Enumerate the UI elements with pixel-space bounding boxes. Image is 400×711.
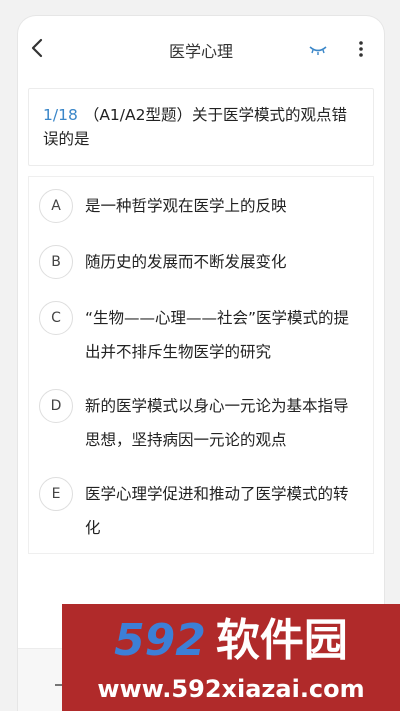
option-e[interactable]: E 医学心理学促进和推动了医学模式的转化 — [29, 477, 373, 549]
option-letter-badge: A — [39, 189, 73, 223]
option-text: 新的医学模式以身心一元论为基本指导思想，坚持病因一元论的观点 — [85, 397, 349, 449]
option-letter-badge: E — [39, 477, 73, 511]
watermark-number: 592 — [114, 615, 206, 666]
more-options-icon[interactable] — [352, 38, 370, 60]
watermark-logo: 592 软件园 www.592xiazai.com — [62, 604, 400, 711]
option-a[interactable]: A 是一种哲学观在医学上的反映 — [29, 189, 373, 229]
option-d[interactable]: D 新的医学模式以身心一元论为基本指导思想，坚持病因一元论的观点 — [29, 389, 373, 461]
question-card: 1/18 （A1/A2型题）关于医学模式的观点错误的是 — [28, 88, 374, 166]
option-letter-badge: C — [39, 301, 73, 335]
eye-closed-icon[interactable] — [308, 42, 328, 56]
watermark-name: 软件园 — [215, 615, 348, 666]
option-letter-badge: D — [39, 389, 73, 423]
watermark-url: www.592xiazai.com — [97, 675, 365, 703]
option-text: 医学心理学促进和推动了医学模式的转化 — [85, 485, 349, 537]
option-text: “生物——心理——社会”医学模式的提出并不排斥生物医学的研究 — [85, 309, 350, 361]
options-list: A 是一种哲学观在医学上的反映 B 随历史的发展而不断发展变化 C “生物——心… — [28, 176, 374, 554]
page-title: 医学心理 — [168, 42, 233, 61]
option-text: 随历史的发展而不断发展变化 — [85, 253, 287, 271]
watermark-title: 592 软件园 — [62, 616, 400, 666]
option-letter-badge: B — [39, 245, 73, 279]
question-text-line: 1/18 （A1/A2型题）关于医学模式的观点错误的是 — [43, 103, 359, 151]
question-text: （A1/A2型题）关于医学模式的观点错误的是 — [43, 106, 347, 148]
option-b[interactable]: B 随历史的发展而不断发展变化 — [29, 245, 373, 285]
question-number: 1/18 — [43, 106, 78, 124]
option-c[interactable]: C “生物——心理——社会”医学模式的提出并不排斥生物医学的研究 — [29, 301, 373, 373]
option-text: 是一种哲学观在医学上的反映 — [85, 197, 287, 215]
top-navigation-bar: 医学心理 — [18, 16, 384, 80]
